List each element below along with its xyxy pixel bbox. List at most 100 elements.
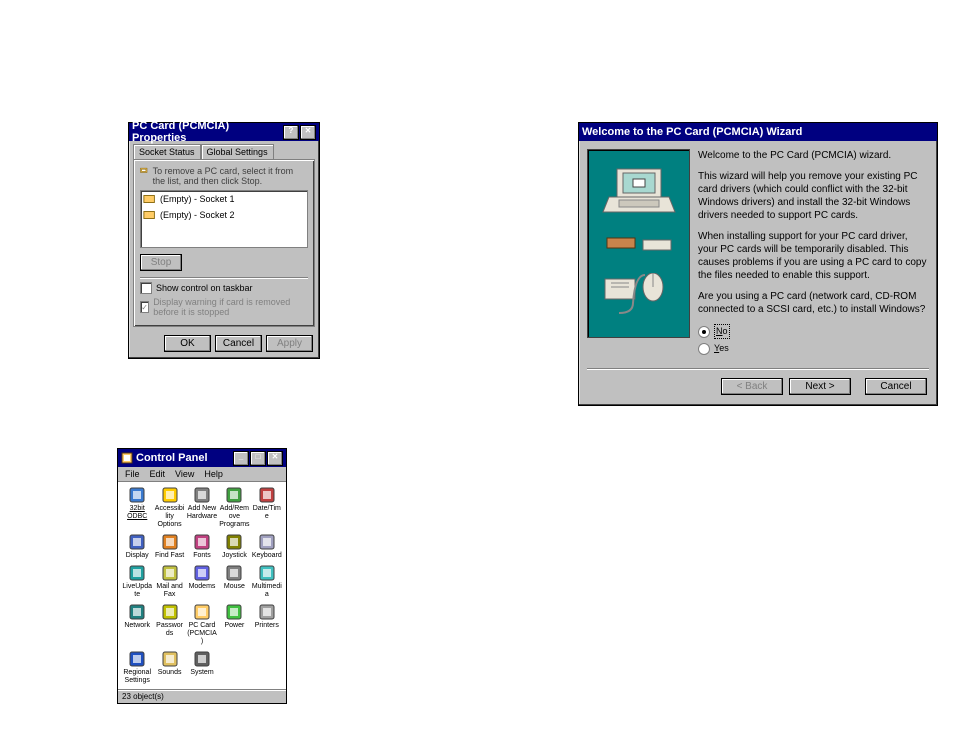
show-control-label: Show control on taskbar <box>156 283 253 293</box>
tabs: Socket Status Global Settings <box>133 144 315 159</box>
control-panel-item[interactable]: Network <box>121 602 153 647</box>
applet-label: Passwords <box>154 622 184 638</box>
maximize-button[interactable]: □ <box>250 451 266 466</box>
applet-label: Display <box>126 552 149 560</box>
applet-icon <box>225 486 243 504</box>
control-panel-item[interactable]: Joystick <box>218 532 250 561</box>
control-panel-item[interactable]: Sounds <box>153 649 185 686</box>
menu-help[interactable]: Help <box>199 468 228 480</box>
control-panel-item[interactable]: Power <box>218 602 250 647</box>
tab-global-settings[interactable]: Global Settings <box>201 144 274 159</box>
control-panel-item[interactable]: LiveUpdate <box>121 563 153 600</box>
status-bar: 23 object(s) <box>118 689 286 703</box>
wizard-titlebar[interactable]: Welcome to the PC Card (PCMCIA) Wizard <box>579 123 937 141</box>
applet-icon <box>128 650 146 668</box>
wizard-para1: This wizard will help you remove your ex… <box>698 170 929 222</box>
cards-icon <box>599 236 679 256</box>
control-panel-item[interactable]: Modems <box>186 563 218 600</box>
control-panel-item[interactable]: Fonts <box>186 532 218 561</box>
control-panel-window: Control Panel _ □ ✕ File Edit View Help … <box>117 448 287 704</box>
radio-no[interactable] <box>698 326 710 338</box>
show-control-checkbox[interactable] <box>140 282 152 294</box>
cancel-button[interactable]: Cancel <box>215 335 262 352</box>
control-panel-item[interactable]: Mail and Fax <box>153 563 185 600</box>
tab-panel-socket-status: To remove a PC card, select it from the … <box>133 159 315 327</box>
control-panel-item[interactable]: Regional Settings <box>121 649 153 686</box>
control-panel-item[interactable]: Passwords <box>153 602 185 647</box>
applet-label: PC Card (PCMCIA) <box>187 622 217 646</box>
applet-label: System <box>190 669 213 677</box>
socket-label: (Empty) - Socket 1 <box>160 194 235 204</box>
radio-no-label[interactable]: No <box>714 324 730 339</box>
applet-icon <box>193 486 211 504</box>
applet-label: Find Fast <box>155 552 184 560</box>
applet-icon <box>128 564 146 582</box>
display-warning-checkbox[interactable]: ✓ <box>140 301 149 313</box>
control-panel-item[interactable]: Accessibility Options <box>153 485 185 530</box>
menu-file[interactable]: File <box>120 468 145 480</box>
tab-socket-status[interactable]: Socket Status <box>133 144 201 159</box>
menu-view[interactable]: View <box>170 468 199 480</box>
wizard-heading: Welcome to the PC Card (PCMCIA) wizard. <box>698 149 929 162</box>
socket-listbox[interactable]: (Empty) - Socket 1 (Empty) - Socket 2 <box>140 190 308 248</box>
applet-label: Keyboard <box>252 552 282 560</box>
next-button[interactable]: Next > <box>789 378 851 395</box>
applet-icon <box>128 603 146 621</box>
applet-icon <box>258 603 276 621</box>
wizard-image <box>587 149 690 338</box>
control-panel-item[interactable]: Add/Remove Programs <box>218 485 250 530</box>
control-panel-item[interactable]: Mouse <box>218 563 250 600</box>
pccard-icon <box>140 166 149 180</box>
control-panel-item[interactable]: Date/Time <box>251 485 283 530</box>
control-panel-icon <box>121 452 133 464</box>
applet-label: Add/Remove Programs <box>219 505 249 529</box>
applet-label: Modems <box>189 583 216 591</box>
control-panel-titlebar[interactable]: Control Panel _ □ ✕ <box>118 449 286 467</box>
applet-icon <box>161 486 179 504</box>
applet-icon <box>128 533 146 551</box>
stop-button: Stop <box>140 254 182 271</box>
control-panel-item[interactable]: PC Card (PCMCIA) <box>186 602 218 647</box>
applet-icon <box>161 650 179 668</box>
close-button[interactable]: ✕ <box>267 451 283 466</box>
socket-list-item[interactable]: (Empty) - Socket 1 <box>141 191 307 207</box>
control-panel-item[interactable]: Display <box>121 532 153 561</box>
applet-label: Regional Settings <box>122 669 152 685</box>
minimize-button[interactable]: _ <box>233 451 249 466</box>
display-warning-label: Display warning if card is removed befor… <box>153 297 308 317</box>
control-panel-item[interactable]: System <box>186 649 218 686</box>
close-button[interactable]: ✕ <box>300 125 316 140</box>
control-panel-item[interactable]: Add New Hardware <box>186 485 218 530</box>
menu-edit[interactable]: Edit <box>145 468 171 480</box>
control-panel-item[interactable]: Multimedia <box>251 563 283 600</box>
applet-label: Sounds <box>158 669 182 677</box>
applet-icon <box>225 603 243 621</box>
radio-yes-label[interactable]: Yes <box>714 342 729 355</box>
control-panel-item[interactable]: 32bit ODBC <box>121 485 153 530</box>
applet-icon <box>225 533 243 551</box>
socket-icon <box>143 208 157 222</box>
applet-label: Add New Hardware <box>187 505 217 521</box>
pccard-properties-titlebar[interactable]: PC Card (PCMCIA) Properties ? ✕ <box>129 123 319 141</box>
applet-icon <box>193 533 211 551</box>
applet-label: LiveUpdate <box>122 583 152 599</box>
wizard-para2: When installing support for your PC card… <box>698 230 929 282</box>
applet-icon <box>258 533 276 551</box>
control-panel-item[interactable]: Printers <box>251 602 283 647</box>
applet-label: Multimedia <box>252 583 282 599</box>
applet-icon <box>193 650 211 668</box>
radio-yes[interactable] <box>698 343 710 355</box>
applet-label: Mouse <box>224 583 245 591</box>
applet-icon <box>128 486 146 504</box>
applet-icon <box>225 564 243 582</box>
control-panel-item[interactable]: Keyboard <box>251 532 283 561</box>
socket-icon <box>143 192 157 206</box>
help-button[interactable]: ? <box>283 125 299 140</box>
ok-button[interactable]: OK <box>164 335 211 352</box>
socket-list-item[interactable]: (Empty) - Socket 2 <box>141 207 307 223</box>
wizard-cancel-button[interactable]: Cancel <box>865 378 927 395</box>
applet-label: Accessibility Options <box>154 505 184 529</box>
control-panel-item[interactable]: Find Fast <box>153 532 185 561</box>
menu-bar: File Edit View Help <box>118 467 286 482</box>
wizard-para3: Are you using a PC card (network card, C… <box>698 290 929 316</box>
